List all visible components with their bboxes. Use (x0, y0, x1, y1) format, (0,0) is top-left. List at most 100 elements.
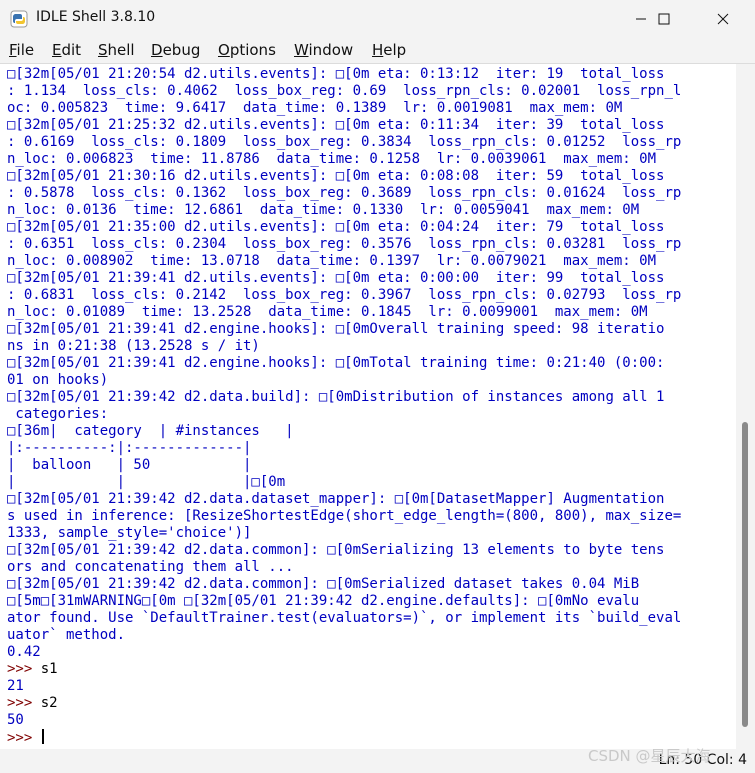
shell-output-line: | | |□[0m (7, 474, 735, 491)
shell-output-line: ator found. Use `DefaultTrainer.test(eva… (7, 610, 735, 627)
shell-output-line: □[32m[05/01 21:25:32 d2.utils.events]: □… (7, 117, 735, 134)
shell-output-line: n_loc: 0.006823 time: 11.8786 data_time:… (7, 151, 735, 168)
shell-text-area[interactable]: □[32m[05/01 21:20:54 d2.utils.events]: □… (0, 64, 736, 749)
shell-output-line: categories: (7, 406, 735, 423)
shell-output-text: □[32m[05/01 21:35:00 d2.utils.events]: □… (7, 219, 665, 235)
shell-output-text: ors and concatenating them all ... (7, 559, 294, 575)
shell-output-text: 1333, sample_style='choice')] (7, 525, 252, 541)
close-button[interactable] (700, 0, 746, 38)
shell-output-line: □[5m□[31mWARNING□[0m □[32m[05/01 21:39:4… (7, 593, 735, 610)
shell-output-text: □[32m[05/01 21:20:54 d2.utils.events]: □… (7, 66, 665, 82)
shell-output-text: : 0.5878 loss_cls: 0.1362 loss_box_reg: … (7, 185, 682, 201)
menu-options-label: ptions (229, 41, 276, 59)
menu-options[interactable]: Options (218, 41, 276, 59)
menu-edit[interactable]: Edit (52, 41, 81, 59)
shell-output-text: □[32m[05/01 21:39:41 d2.engine.hooks]: □… (7, 321, 665, 337)
shell-output-line: n_loc: 0.008902 time: 13.0718 data_time:… (7, 253, 735, 270)
shell-output-line: : 0.6169 loss_cls: 0.1809 loss_box_reg: … (7, 134, 735, 151)
maximize-icon (658, 13, 670, 25)
shell-output-text: : 0.6831 loss_cls: 0.2142 loss_box_reg: … (7, 287, 682, 303)
shell-output-text: : 0.6169 loss_cls: 0.1809 loss_box_reg: … (7, 134, 682, 150)
shell-output-line: ors and concatenating them all ... (7, 559, 735, 576)
shell-output-text: categories: (7, 406, 109, 422)
menu-window-label: indow (308, 41, 354, 59)
text-cursor (41, 729, 44, 744)
shell-output-text: □[32m[05/01 21:39:42 d2.data.build]: □[0… (7, 389, 665, 405)
shell-output-line: n_loc: 0.0136 time: 12.6861 data_time: 0… (7, 202, 735, 219)
shell-output-text: 01 on hooks) (7, 372, 109, 388)
menu-bar: File Edit Shell Debug Options Window Hel… (0, 38, 755, 64)
shell-output-line: □[32m[05/01 21:39:42 d2.data.dataset_map… (7, 491, 735, 508)
shell-output-line: |:----------:|:-------------| (7, 440, 735, 457)
shell-output-line: : 0.6831 loss_cls: 0.2142 loss_box_reg: … (7, 287, 735, 304)
shell-input-text: s1 (40, 661, 58, 677)
vertical-scrollbar[interactable] (736, 64, 755, 749)
shell-output-line: □[32m[05/01 21:39:42 d2.data.common]: □[… (7, 576, 735, 593)
shell-output-text: |:----------:|:-------------| (7, 440, 252, 456)
shell-output-line: 21 (7, 678, 735, 695)
shell-output-line: □[32m[05/01 21:35:00 d2.utils.events]: □… (7, 219, 735, 236)
shell-input-line: >>> s2 (7, 695, 735, 712)
shell-prompt: >>> (7, 661, 41, 677)
title-bar: IDLE Shell 3.8.10 (0, 0, 755, 38)
shell-output-text: uator` method. (7, 627, 126, 643)
shell-output-line: 50 (7, 712, 735, 729)
shell-output-line: : 1.134 loss_cls: 0.4062 loss_box_reg: 0… (7, 83, 735, 100)
shell-output-text: : 1.134 loss_cls: 0.4062 loss_box_reg: 0… (7, 83, 682, 99)
menu-debug-label: ebug (162, 41, 201, 59)
shell-output-text: 50 (7, 712, 24, 728)
shell-output-line: : 0.5878 loss_cls: 0.1362 loss_box_reg: … (7, 185, 735, 202)
menu-window-accelerator: W (294, 41, 309, 59)
shell-output-line: □[32m[05/01 21:20:54 d2.utils.events]: □… (7, 66, 735, 83)
shell-output-line: s used in inference: [ResizeShortestEdge… (7, 508, 735, 525)
shell-output-text: □[32m[05/01 21:39:41 d2.utils.events]: □… (7, 270, 665, 286)
shell-output-text: | balloon | 50 | (7, 457, 252, 473)
shell-gutter (0, 64, 7, 749)
menu-file[interactable]: File (9, 41, 34, 59)
menu-window[interactable]: Window (294, 41, 353, 59)
shell-output-text: s used in inference: [ResizeShortestEdge… (7, 508, 682, 524)
shell-output-text: | | |□[0m (7, 474, 286, 490)
watermark: CSDN @星辰大海 (588, 747, 711, 765)
shell-output-text: □[32m[05/01 21:25:32 d2.utils.events]: □… (7, 117, 665, 133)
shell-output-text: n_loc: 0.01089 time: 13.2528 data_time: … (7, 304, 648, 320)
shell-output-text: □[32m[05/01 21:39:42 d2.data.common]: □[… (7, 542, 665, 558)
shell-output-line: oc: 0.005823 time: 9.6417 data_time: 0.1… (7, 100, 735, 117)
shell-input-line: >>> (7, 729, 735, 746)
menu-options-accelerator: O (218, 41, 230, 59)
menu-help-label: elp (383, 41, 407, 59)
scrollbar-thumb[interactable] (742, 422, 748, 727)
shell-output-line: uator` method. (7, 627, 735, 644)
shell-output-line: □[32m[05/01 21:39:42 d2.data.common]: □[… (7, 542, 735, 559)
shell-output-text: □[5m□[31mWARNING□[0m □[32m[05/01 21:39:4… (7, 593, 640, 609)
shell-output-text: ns in 0:21:38 (13.2528 s / it) (7, 338, 260, 354)
shell-output-line: 01 on hooks) (7, 372, 735, 389)
python-idle-icon (10, 10, 28, 28)
shell-output-text: : 0.6351 loss_cls: 0.2304 loss_box_reg: … (7, 236, 682, 252)
menu-help[interactable]: Help (372, 41, 406, 59)
maximize-button[interactable] (641, 0, 687, 38)
shell-output-line: : 0.6351 loss_cls: 0.2304 loss_box_reg: … (7, 236, 735, 253)
close-icon (717, 13, 729, 25)
menu-debug[interactable]: Debug (151, 41, 200, 59)
menu-shell[interactable]: Shell (98, 41, 135, 59)
menu-file-label: ile (16, 41, 35, 59)
shell-output-line: n_loc: 0.01089 time: 13.2528 data_time: … (7, 304, 735, 321)
shell-output-line: | balloon | 50 | (7, 457, 735, 474)
menu-shell-accelerator: S (98, 41, 108, 59)
shell-output-line: □[32m[05/01 21:30:16 d2.utils.events]: □… (7, 168, 735, 185)
shell-output-text: n_loc: 0.008902 time: 13.0718 data_time:… (7, 253, 657, 269)
menu-help-accelerator: H (372, 41, 384, 59)
shell-output-text: ator found. Use `DefaultTrainer.test(eva… (7, 610, 682, 626)
menu-shell-label: hell (107, 41, 135, 59)
shell-output-line: □[32m[05/01 21:39:41 d2.utils.events]: □… (7, 270, 735, 287)
shell-prompt: >>> (7, 730, 41, 746)
shell-output-text: 21 (7, 678, 24, 694)
shell-input-line: >>> s1 (7, 661, 735, 678)
shell-output-line: □[32m[05/01 21:39:41 d2.engine.hooks]: □… (7, 355, 735, 372)
shell-output-text: 0.42 (7, 644, 41, 660)
shell-output-text: □[32m[05/01 21:39:41 d2.engine.hooks]: □… (7, 355, 665, 371)
shell-output-line: □[32m[05/01 21:39:41 d2.engine.hooks]: □… (7, 321, 735, 338)
shell-output-line: □[36m| category | #instances | (7, 423, 735, 440)
shell-output-text: oc: 0.005823 time: 9.6417 data_time: 0.1… (7, 100, 623, 116)
